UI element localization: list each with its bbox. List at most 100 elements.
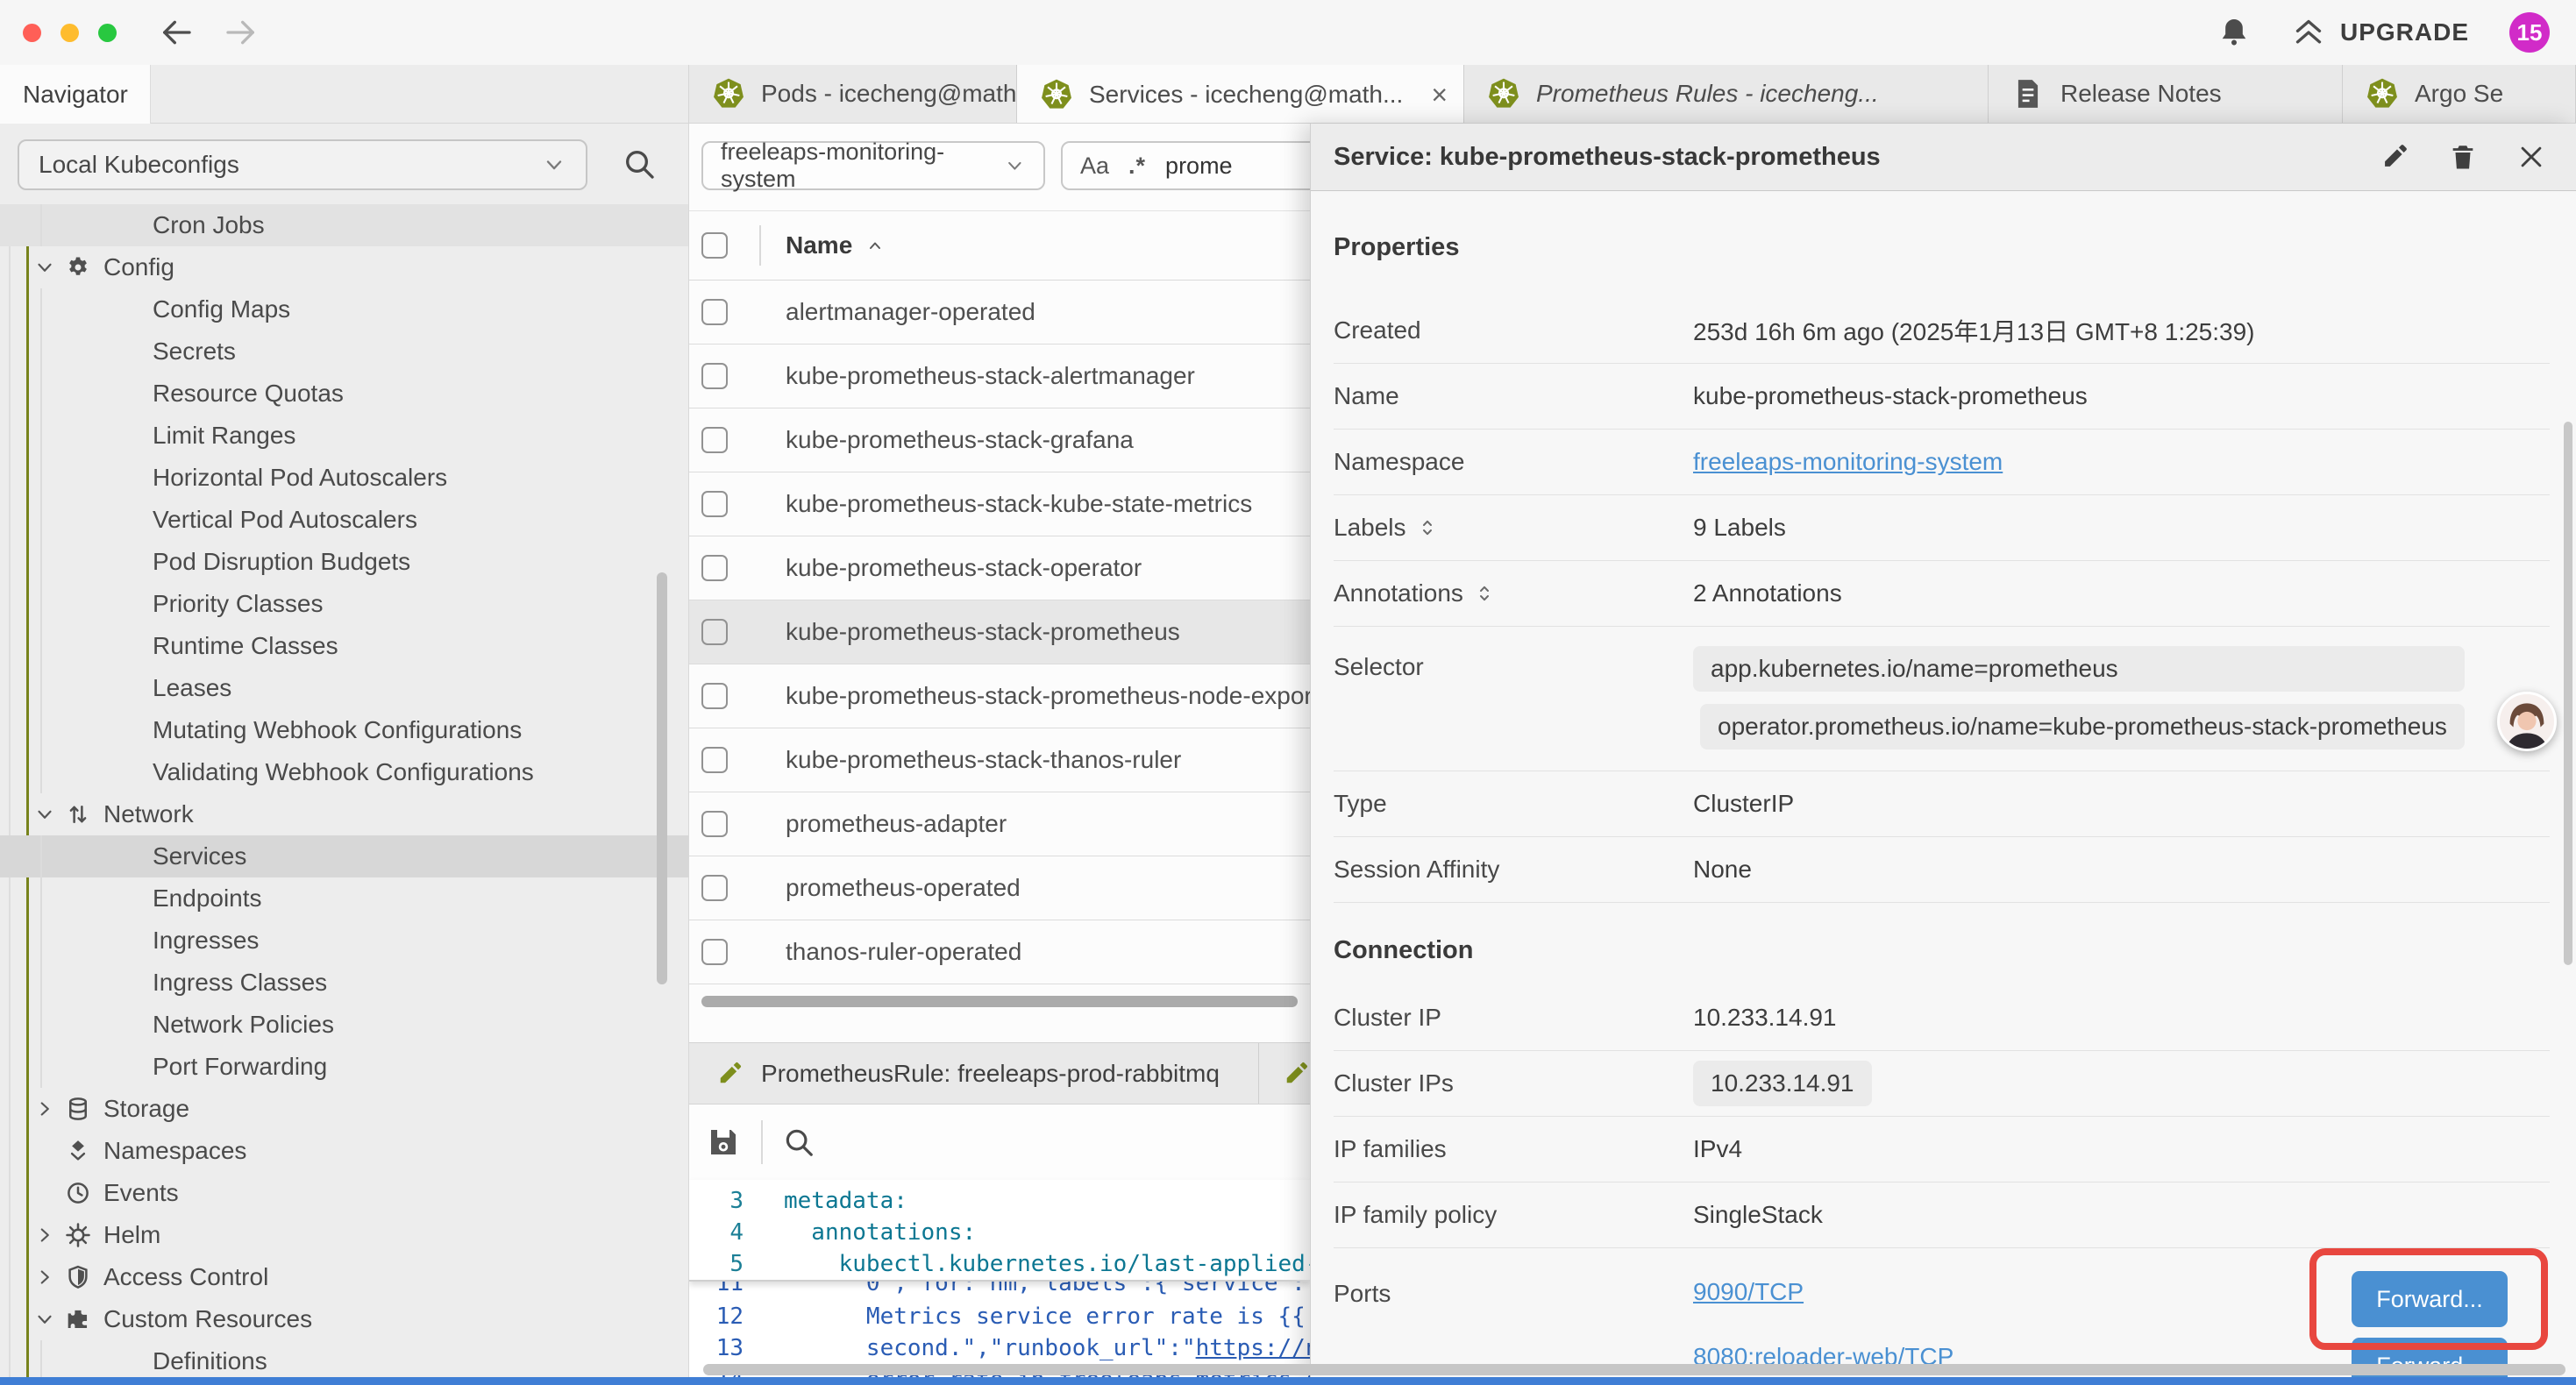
row-checkbox[interactable] xyxy=(701,619,728,645)
table-row[interactable]: kube-prometheus-stack-grafana xyxy=(689,408,1310,472)
expand-labels-icon[interactable] xyxy=(1417,517,1438,538)
row-checkbox[interactable] xyxy=(701,555,728,581)
select-all-checkbox[interactable] xyxy=(701,232,728,259)
table-row[interactable]: prometheus-operated xyxy=(689,856,1310,920)
filter-search-input[interactable]: Aa .* prome xyxy=(1061,141,1310,190)
namespace-link[interactable]: freeleaps-monitoring-system xyxy=(1693,448,2003,476)
row-checkbox[interactable] xyxy=(701,491,728,517)
table-row[interactable]: kube-prometheus-stack-thanos-ruler xyxy=(689,728,1310,792)
table-row[interactable]: kube-prometheus-stack-prometheus xyxy=(689,600,1310,664)
sidebar-item[interactable]: Pod Disruption Budgets xyxy=(0,541,688,583)
sidebar-item[interactable]: Resource Quotas xyxy=(0,373,688,415)
notification-count-badge[interactable]: 15 xyxy=(2509,12,2550,53)
forward-icon[interactable] xyxy=(224,15,259,50)
sidebar-item[interactable]: Custom Resources xyxy=(0,1298,688,1340)
editor-search-icon[interactable] xyxy=(782,1126,815,1159)
maximize-window-button[interactable] xyxy=(98,24,117,42)
save-icon[interactable] xyxy=(705,1124,742,1161)
upgrade-button[interactable]: UPGRADE xyxy=(2291,15,2469,50)
name-column-header[interactable]: Name xyxy=(786,231,852,259)
row-checkbox[interactable] xyxy=(701,875,728,901)
tree-chevron-icon[interactable] xyxy=(33,803,56,826)
sidebar-item[interactable]: Endpoints xyxy=(0,877,688,920)
sidebar-item[interactable]: Limit Ranges xyxy=(0,415,688,457)
drawer-scrollbar[interactable] xyxy=(2564,422,2572,965)
close-icon[interactable] xyxy=(2516,142,2546,172)
document-tab[interactable]: Prometheus Rules - icecheng... xyxy=(1464,65,1989,123)
expand-annotations-icon[interactable] xyxy=(1474,583,1495,604)
table-row[interactable]: prometheus-adapter xyxy=(689,792,1310,856)
edit-pencil-icon[interactable] xyxy=(2380,142,2409,172)
row-checkbox[interactable] xyxy=(701,939,728,965)
sidebar-item[interactable]: Ingresses xyxy=(0,920,688,962)
row-checkbox[interactable] xyxy=(701,747,728,773)
notifications-bell-icon[interactable] xyxy=(2217,16,2251,49)
tree-chevron-icon[interactable] xyxy=(33,1266,56,1289)
namespace-select[interactable]: freeleaps-monitoring-system xyxy=(701,141,1045,190)
tree-chevron-icon[interactable] xyxy=(33,1224,56,1246)
sidebar-item[interactable]: Horizontal Pod Autoscalers xyxy=(0,457,688,499)
tree-chevron-icon[interactable] xyxy=(33,1308,56,1331)
document-tab[interactable]: Services - icecheng@math... × xyxy=(1017,65,1464,123)
sidebar-item[interactable]: Config xyxy=(0,246,688,288)
sidebar-scrollbar[interactable] xyxy=(657,572,667,984)
sidebar-item[interactable]: Definitions xyxy=(0,1340,688,1377)
user-avatar[interactable] xyxy=(2497,692,2557,751)
document-tab[interactable]: Release Notes xyxy=(1989,65,2343,123)
delete-trash-icon[interactable] xyxy=(2448,142,2478,172)
table-row[interactable]: alertmanager-operated xyxy=(689,281,1310,344)
tree-chevron-icon[interactable] xyxy=(33,1097,56,1120)
row-checkbox[interactable] xyxy=(701,811,728,837)
sidebar-item[interactable]: Cron Jobs xyxy=(0,204,688,246)
kubeconfig-select[interactable]: Local Kubeconfigs xyxy=(18,139,587,190)
table-row[interactable]: kube-prometheus-stack-kube-state-metrics xyxy=(689,472,1310,536)
table-row[interactable]: thanos-ruler-operated xyxy=(689,920,1310,984)
table-row[interactable]: kube-prometheus-stack-alertmanager xyxy=(689,344,1310,408)
regex-icon[interactable]: .* xyxy=(1128,153,1146,180)
document-tab[interactable]: Pods - icecheng@mathmas... xyxy=(689,65,1017,123)
sidebar-item[interactable]: Priority Classes xyxy=(0,583,688,625)
code-link[interactable]: https://net xyxy=(1196,1335,1310,1361)
editor-tab-partial[interactable] xyxy=(1259,1043,1310,1104)
sidebar-item[interactable]: Mutating Webhook Configurations xyxy=(0,709,688,751)
row-checkbox[interactable] xyxy=(701,427,728,453)
sidebar-item[interactable]: Vertical Pod Autoscalers xyxy=(0,499,688,541)
port-link[interactable]: 9090/TCP xyxy=(1693,1278,1953,1306)
forward-port-button[interactable]: Forward... xyxy=(2352,1271,2508,1327)
sidebar-item[interactable]: Config Maps xyxy=(0,288,688,330)
table-row[interactable]: kube-prometheus-stack-prometheus-node-ex… xyxy=(689,664,1310,728)
sidebar-item[interactable]: Namespaces xyxy=(0,1130,688,1172)
yaml-editor[interactable]: 3 metadata: 4 annotations: 5 kubectl.kub… xyxy=(689,1180,1310,1377)
sidebar-item[interactable]: Network Policies xyxy=(0,1004,688,1046)
match-case-icon[interactable]: Aa xyxy=(1080,153,1109,180)
tree-chevron-icon[interactable] xyxy=(33,256,56,279)
tab-close-icon[interactable]: × xyxy=(1431,79,1448,111)
sidebar-search-icon[interactable] xyxy=(622,146,657,181)
sidebar-item[interactable]: Secrets xyxy=(0,330,688,373)
row-checkbox[interactable] xyxy=(701,363,728,389)
sidebar-item[interactable]: Leases xyxy=(0,667,688,709)
sidebar-item[interactable]: Helm xyxy=(0,1214,688,1256)
navigator-panel-tab[interactable]: Navigator xyxy=(0,65,151,124)
sidebar-item[interactable]: Storage xyxy=(0,1088,688,1130)
close-window-button[interactable] xyxy=(23,24,41,42)
bottom-scrollbar-track[interactable] xyxy=(703,1364,2565,1375)
sidebar-item[interactable]: Access Control xyxy=(0,1256,688,1298)
row-checkbox[interactable] xyxy=(701,683,728,709)
sidebar-item[interactable]: Validating Webhook Configurations xyxy=(0,751,688,793)
sidebar-item[interactable]: Events xyxy=(0,1172,688,1214)
editor-tab[interactable]: PrometheusRule: freeleaps-prod-rabbitmq xyxy=(689,1043,1259,1104)
sort-ascending-icon[interactable] xyxy=(865,235,886,256)
back-icon[interactable] xyxy=(159,15,194,50)
sidebar-item[interactable]: Runtime Classes xyxy=(0,625,688,667)
sidebar-item[interactable]: Ingress Classes xyxy=(0,962,688,1004)
sidebar-item[interactable]: Services xyxy=(0,835,688,877)
minimize-window-button[interactable] xyxy=(60,24,79,42)
row-checkbox[interactable] xyxy=(701,299,728,325)
sidebar-item[interactable]: Port Forwarding xyxy=(0,1046,688,1088)
table-row[interactable]: kube-prometheus-stack-operator xyxy=(689,536,1310,600)
horizontal-scrollbar[interactable] xyxy=(701,996,1298,1007)
drawer-body: Properties Created 253d 16h 6m ago (2025… xyxy=(1311,191,2576,1377)
document-tab[interactable]: Argo Se xyxy=(2343,65,2576,123)
sidebar-item[interactable]: Network xyxy=(0,793,688,835)
